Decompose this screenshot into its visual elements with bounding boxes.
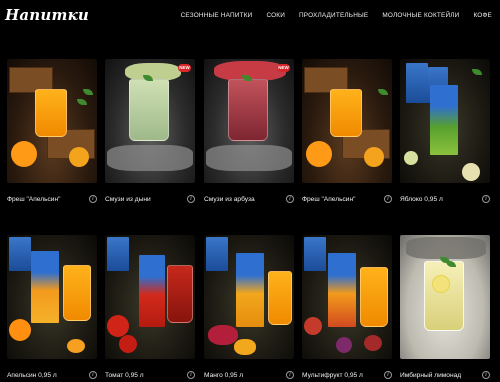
nav-coffee[interactable]: КОФЕ <box>473 12 492 19</box>
product-row: Фреш "Апельсин" i NEW Смузи из дыни i NE… <box>7 59 493 207</box>
product-card[interactable]: Томат 0,95 л i <box>105 235 195 379</box>
product-name: Смузи из арбуза <box>204 195 255 203</box>
product-card[interactable]: NEW Смузи из дыни i <box>105 59 195 203</box>
product-photo <box>204 59 294 183</box>
info-icon[interactable]: i <box>187 371 195 379</box>
info-icon[interactable]: i <box>187 195 195 203</box>
product-card[interactable]: Мультифрукт 0,95 л i <box>302 235 392 379</box>
info-icon[interactable]: i <box>89 371 97 379</box>
product-photo <box>7 59 97 183</box>
product-card[interactable]: Фреш "Апельсин" i <box>302 59 392 203</box>
product-card[interactable]: Яблоко 0,95 л i <box>400 59 490 203</box>
nav-soft-drinks[interactable]: ПРОХЛАДИТЕЛЬНЫЕ <box>299 12 368 19</box>
product-photo <box>105 235 195 359</box>
info-icon[interactable]: i <box>384 195 392 203</box>
info-icon[interactable]: i <box>384 371 392 379</box>
product-photo <box>400 235 490 359</box>
logo[interactable]: Напитки <box>5 6 89 24</box>
product-row: Апельсин 0,95 л i Томат 0,95 л i Манго 0… <box>7 235 493 382</box>
info-icon[interactable]: i <box>286 371 294 379</box>
product-name: Яблоко 0,95 л <box>400 195 443 203</box>
product-name: Фреш "Апельсин" <box>302 195 356 203</box>
product-card[interactable]: NEW Смузи из арбуза i <box>204 59 294 203</box>
product-name: Смузи из дыни <box>105 195 151 203</box>
product-card[interactable]: Имбирный лимонад i <box>400 235 490 379</box>
site-header: Напитки СЕЗОННЫЕ НАПИТКИ СОКИ ПРОХЛАДИТЕ… <box>0 0 500 34</box>
product-name: Манго 0,95 л <box>204 371 244 379</box>
product-name: Имбирный лимонад <box>400 371 462 379</box>
nav-seasonal-drinks[interactable]: СЕЗОННЫЕ НАПИТКИ <box>181 12 253 19</box>
product-photo <box>105 59 195 183</box>
info-icon[interactable]: i <box>286 195 294 203</box>
nav-juices[interactable]: СОКИ <box>266 12 285 19</box>
new-badge: NEW <box>178 64 191 72</box>
info-icon[interactable]: i <box>482 195 490 203</box>
info-icon[interactable]: i <box>482 371 490 379</box>
product-card[interactable]: Манго 0,95 л i <box>204 235 294 379</box>
product-name: Апельсин 0,95 л <box>7 371 57 379</box>
product-photo <box>204 235 294 359</box>
product-card[interactable]: Апельсин 0,95 л i <box>7 235 97 379</box>
product-name: Фреш "Апельсин" <box>7 195 61 203</box>
new-badge: NEW <box>277 64 290 72</box>
main-nav: СЕЗОННЫЕ НАПИТКИ СОКИ ПРОХЛАДИТЕЛЬНЫЕ МО… <box>167 12 492 19</box>
product-name: Томат 0,95 л <box>105 371 144 379</box>
nav-milkshakes[interactable]: МОЛОЧНЫЕ КОКТЕЙЛИ <box>382 12 459 19</box>
product-photo <box>400 59 490 183</box>
product-name: Мультифрукт 0,95 л <box>302 371 363 379</box>
info-icon[interactable]: i <box>89 195 97 203</box>
product-photo <box>302 235 392 359</box>
product-photo <box>7 235 97 359</box>
product-card[interactable]: Фреш "Апельсин" i <box>7 59 97 203</box>
product-photo <box>302 59 392 183</box>
